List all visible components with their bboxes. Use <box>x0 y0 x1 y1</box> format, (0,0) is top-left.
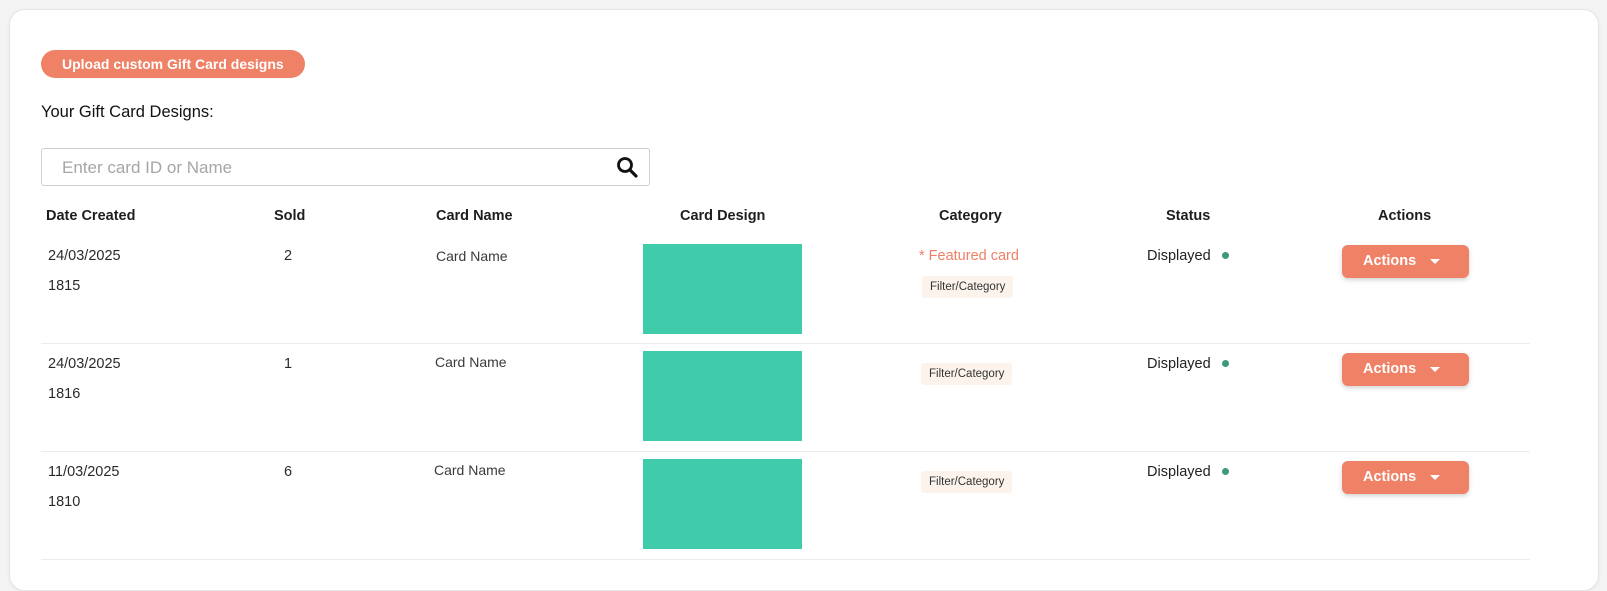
card-name: Card Name <box>435 354 507 370</box>
caret-down-icon <box>1430 475 1440 480</box>
date-created: 24/03/2025 <box>48 356 121 372</box>
status-dot-icon <box>1222 468 1229 475</box>
caret-down-icon <box>1430 259 1440 264</box>
upload-custom-designs-button[interactable]: Upload custom Gift Card designs <box>41 50 305 78</box>
sold-count: 2 <box>284 248 293 264</box>
search-input[interactable] <box>60 149 604 186</box>
column-header-category: Category <box>939 208 1002 224</box>
card-design-thumbnail[interactable] <box>643 351 802 441</box>
row-divider <box>41 559 1530 560</box>
gift-card-designs-panel: Upload custom Gift Card designs Your Gif… <box>9 9 1599 591</box>
sold-count: 1 <box>284 356 293 372</box>
actions-label: Actions <box>1363 361 1417 377</box>
card-id: 1810 <box>48 494 81 510</box>
actions-dropdown-button[interactable]: Actions <box>1342 461 1469 494</box>
date-created: 24/03/2025 <box>48 248 121 264</box>
status-text: Displayed <box>1147 464 1211 480</box>
card-id: 1816 <box>48 386 81 402</box>
actions-label: Actions <box>1363 469 1417 485</box>
search-icon[interactable] <box>616 156 638 178</box>
featured-card-label: * Featured card <box>919 248 1019 264</box>
row-divider <box>41 451 1530 452</box>
status-dot-icon <box>1222 252 1229 259</box>
category-tag[interactable]: Filter/Category <box>921 471 1013 493</box>
card-name: Card Name <box>434 462 506 478</box>
card-design-thumbnail[interactable] <box>643 244 802 334</box>
column-header-sold: Sold <box>274 208 306 224</box>
column-header-date-created: Date Created <box>46 208 136 224</box>
card-name: Card Name <box>436 248 508 264</box>
actions-dropdown-button[interactable]: Actions <box>1342 353 1469 386</box>
category-tag[interactable]: Filter/Category <box>921 363 1013 385</box>
row-divider <box>41 343 1530 344</box>
status-text: Displayed <box>1147 248 1211 264</box>
column-header-card-name: Card Name <box>436 208 513 224</box>
column-header-card-design: Card Design <box>680 208 766 224</box>
status-text: Displayed <box>1147 356 1211 372</box>
actions-dropdown-button[interactable]: Actions <box>1342 245 1469 278</box>
column-header-actions: Actions <box>1378 208 1432 224</box>
search-box <box>41 148 650 186</box>
category-tag[interactable]: Filter/Category <box>922 276 1014 298</box>
status-dot-icon <box>1222 360 1229 367</box>
section-title: Your Gift Card Designs: <box>41 103 214 121</box>
actions-label: Actions <box>1363 253 1417 269</box>
caret-down-icon <box>1430 367 1440 372</box>
column-header-status: Status <box>1166 208 1211 224</box>
card-id: 1815 <box>48 278 81 294</box>
date-created: 11/03/2025 <box>48 464 120 480</box>
card-design-thumbnail[interactable] <box>643 459 802 549</box>
sold-count: 6 <box>284 464 293 480</box>
